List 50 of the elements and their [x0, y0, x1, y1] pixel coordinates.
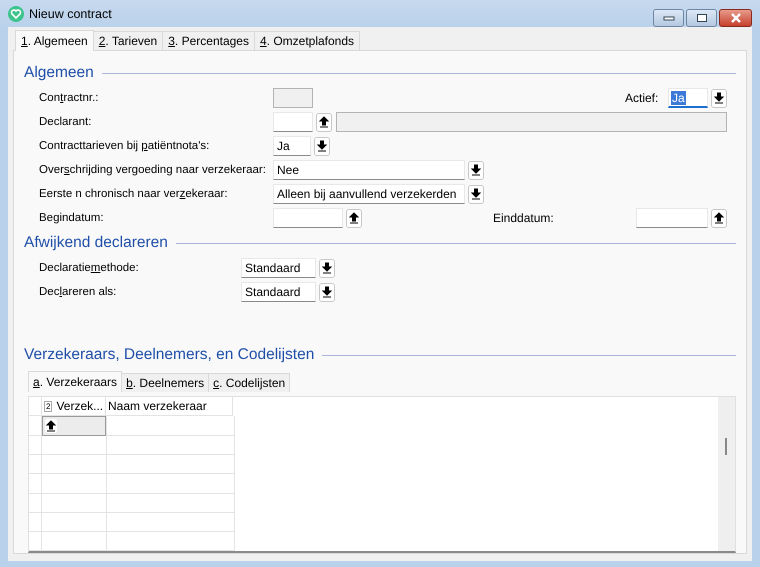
scrollbar[interactable] — [718, 397, 735, 551]
section-heading: Afwijkend declareren — [24, 234, 168, 252]
tab[interactable]: 1. Algemeen — [15, 30, 94, 51]
dropdown-button[interactable] — [468, 184, 484, 204]
dropdown-field[interactable]: Nee — [273, 160, 465, 180]
dropdown-button[interactable] — [319, 258, 335, 278]
sort-badge: 2 — [44, 400, 52, 412]
dropdown-button[interactable] — [711, 88, 727, 108]
minimize-button[interactable] — [653, 9, 684, 27]
field-label: Overschrijding vergoeding naar verzekeraar: — [39, 164, 267, 176]
section-heading: Verzekeraars, Deelnemers, en Codelijsten — [24, 346, 314, 364]
maximize-button[interactable] — [686, 9, 717, 27]
field-label: Einddatum: — [493, 211, 554, 225]
close-icon — [728, 13, 742, 23]
dropdown-field[interactable]: Standaard — [241, 282, 316, 302]
field-label: Begindatum: — [39, 212, 105, 224]
minimize-icon — [662, 15, 674, 21]
maximize-icon — [696, 13, 708, 23]
field-label: Contractnr.: — [39, 92, 100, 104]
dropdown-button[interactable] — [468, 160, 484, 180]
tab[interactable]: 2. Tarieven — [92, 31, 164, 50]
field-label: Eerste n chronisch naar verzekeraar: — [39, 188, 229, 200]
column-header-cell[interactable]: Naam verzekeraar — [106, 397, 233, 416]
dropdown-field[interactable]: Standaard — [241, 258, 316, 278]
field-label: Declaratiemethode: — [39, 262, 140, 274]
section-heading: Algemeen — [24, 64, 94, 82]
tab[interactable]: a. Verzekeraars — [28, 371, 122, 392]
lookup-field[interactable] — [636, 208, 708, 228]
field-label: Declareren als: — [39, 286, 118, 298]
tab[interactable]: 4. Omzetplafonds — [254, 31, 360, 50]
heart-logo-icon — [8, 6, 24, 22]
dropdown-field[interactable]: Ja — [668, 88, 708, 108]
field-label: Contracttarieven bij patiëntnota's: — [39, 140, 210, 152]
column-title: Verzek... — [56, 399, 104, 414]
dropdown-field[interactable]: Ja — [273, 136, 311, 156]
lookup-field[interactable] — [273, 208, 343, 228]
dropdown-field[interactable]: Alleen bij aanvullend verzekerden — [273, 184, 465, 204]
readonly-field — [273, 88, 313, 108]
field-label: Actief: — [625, 91, 658, 105]
window-title: Nieuw contract — [29, 6, 112, 20]
lookup-field[interactable] — [273, 112, 313, 132]
tab[interactable]: b. Deelnemers — [121, 373, 210, 392]
tab[interactable]: 3. Percentages — [162, 31, 255, 50]
field-label: Declarant: — [39, 116, 92, 128]
dropdown-button[interactable] — [319, 282, 335, 302]
column-title: Naam verzekeraar — [108, 399, 207, 414]
lookup-button[interactable] — [45, 418, 57, 433]
tab[interactable]: c. Codelijsten — [208, 373, 290, 392]
close-button[interactable] — [719, 9, 752, 27]
dropdown-button[interactable] — [314, 136, 330, 156]
